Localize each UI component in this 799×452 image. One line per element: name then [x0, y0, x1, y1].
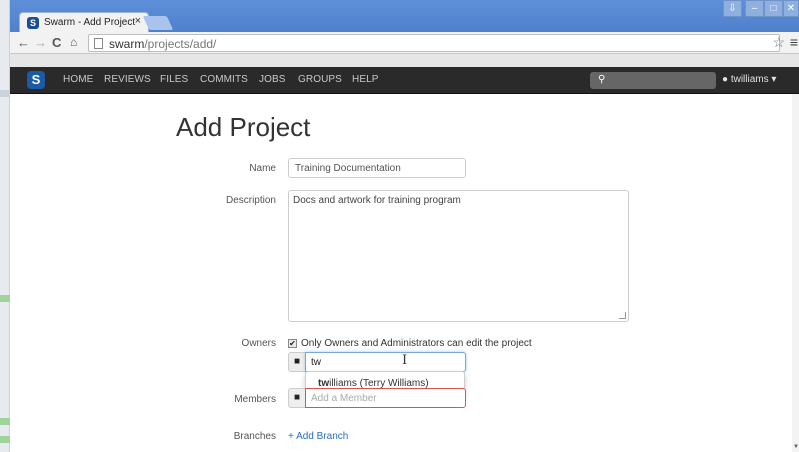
- edge-mark: [0, 418, 10, 425]
- home-icon[interactable]: ⌂: [70, 35, 77, 49]
- browser-tab[interactable]: S Swarm - Add Project ×: [19, 12, 149, 32]
- tab-close-icon[interactable]: ×: [135, 15, 141, 27]
- description-text: Docs and artwork for training program: [293, 195, 461, 206]
- page-top-band: [10, 54, 799, 67]
- nav-commits[interactable]: COMMITS: [200, 74, 248, 85]
- back-arrow-icon[interactable]: ←: [17, 35, 30, 50]
- nav-search-input[interactable]: ⚲: [590, 72, 716, 89]
- owners-label: Owners: [241, 338, 276, 349]
- members-label: Members: [234, 394, 276, 405]
- swarm-favicon-icon: S: [27, 17, 39, 29]
- nav-reviews[interactable]: REVIEWS: [104, 74, 151, 85]
- edge-mark: [0, 295, 10, 302]
- owners-only-label: Only Owners and Administrators can edit …: [301, 338, 532, 349]
- nav-home[interactable]: HOME: [63, 74, 93, 85]
- owner-user-icon: ■: [288, 352, 305, 372]
- bookmark-star-icon[interactable]: ☆: [772, 34, 785, 51]
- page-title: Add Project: [176, 112, 311, 142]
- members-input[interactable]: Add a Member: [305, 388, 466, 408]
- user-icon: ●: [722, 74, 729, 85]
- desktop-edge: [0, 0, 10, 452]
- tab-title: Swarm - Add Project: [44, 17, 136, 28]
- search-icon: ⚲: [598, 74, 606, 85]
- page-scrollbar[interactable]: ▼: [792, 94, 799, 452]
- description-field[interactable]: Docs and artwork for training program: [288, 190, 629, 322]
- owners-only-checkbox[interactable]: ✔: [288, 339, 297, 348]
- member-user-icon: ■: [288, 388, 305, 408]
- nav-jobs[interactable]: JOBS: [259, 74, 286, 85]
- owners-input-value: tw: [311, 357, 321, 368]
- description-label: Description: [225, 195, 276, 206]
- app-navbar: S HOME REVIEWS FILES COMMITS JOBS GROUPS…: [10, 67, 799, 94]
- resize-handle[interactable]: [619, 312, 626, 319]
- add-branch-link[interactable]: + Add Branch: [288, 431, 348, 442]
- members-placeholder: Add a Member: [311, 393, 377, 404]
- nav-groups[interactable]: GROUPS: [298, 74, 342, 85]
- address-bar[interactable]: swarm/projects/add/: [88, 34, 780, 52]
- window-restore-icon[interactable]: ⇩: [723, 0, 742, 17]
- reload-icon[interactable]: C: [52, 35, 61, 50]
- browser-menu-icon[interactable]: ≡: [790, 34, 798, 50]
- swarm-logo[interactable]: S: [27, 71, 45, 89]
- forward-arrow-icon[interactable]: →: [34, 35, 47, 50]
- edge-mark: [0, 436, 10, 443]
- name-label: Name: [249, 163, 276, 174]
- user-menu[interactable]: ● twilliams ▾: [722, 74, 776, 85]
- edge-mark: [0, 90, 10, 97]
- window-minimize-icon[interactable]: –: [745, 0, 764, 17]
- nav-files[interactable]: FILES: [160, 74, 188, 85]
- window-maximize-icon[interactable]: □: [764, 0, 783, 17]
- window-close-icon[interactable]: ✕: [783, 0, 799, 17]
- browser-titlebar: S Swarm - Add Project × ⇩ – □ ✕: [10, 0, 799, 32]
- page-icon: [94, 38, 103, 49]
- branches-label: Branches: [233, 431, 276, 442]
- url-text: swarm/projects/add/: [109, 37, 217, 51]
- name-field[interactable]: Training Documentation: [288, 158, 466, 178]
- nav-help[interactable]: HELP: [352, 74, 379, 85]
- new-tab-button[interactable]: [142, 16, 174, 30]
- text-cursor-icon: I: [402, 353, 408, 368]
- scroll-down-icon[interactable]: ▼: [793, 444, 799, 450]
- browser-toolbar: ← → C ⌂ swarm/projects/add/ ☆ ≡: [10, 32, 799, 54]
- owners-input[interactable]: tw: [305, 352, 466, 372]
